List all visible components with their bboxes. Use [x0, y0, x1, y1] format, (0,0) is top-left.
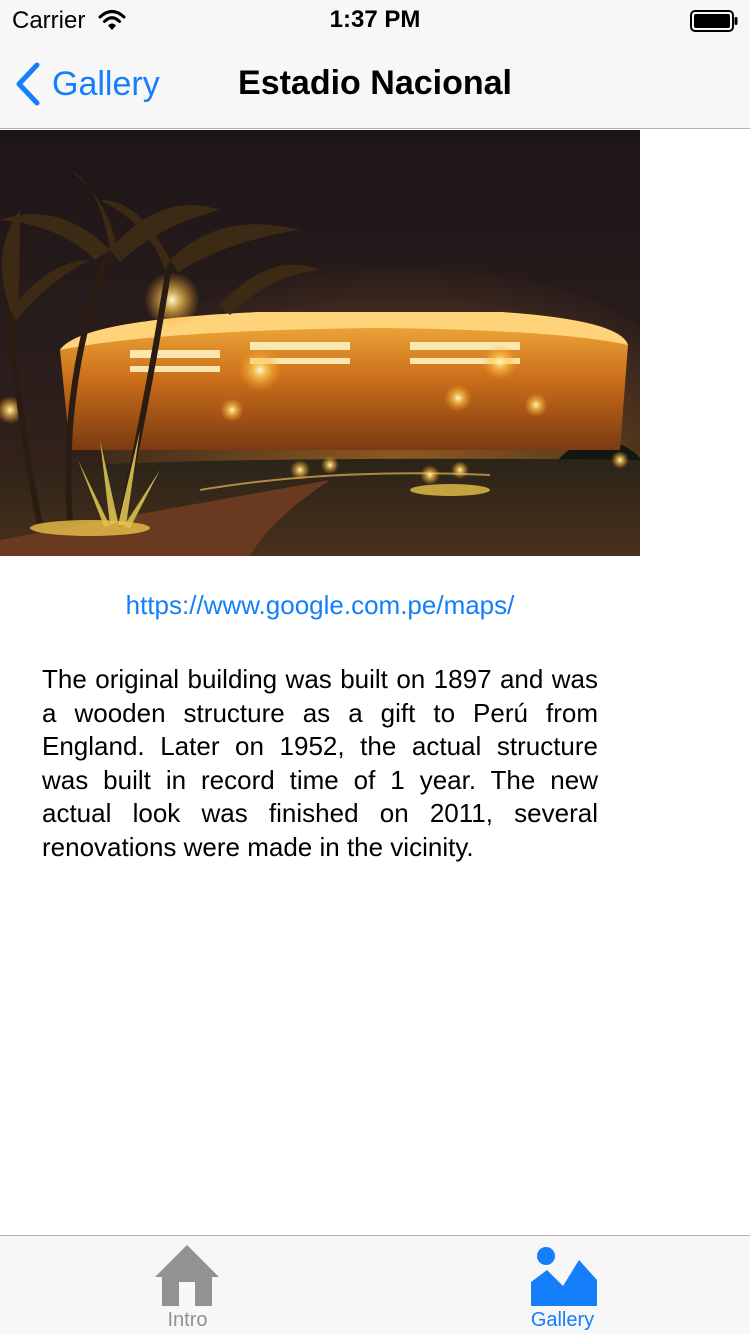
tab-gallery-label: Gallery: [530, 1309, 595, 1331]
gallery-icon: [531, 1247, 597, 1306]
battery-icon: [690, 10, 738, 32]
tab-intro-label: Intro: [167, 1309, 208, 1331]
status-bar: Carrier 1:37 PM: [0, 0, 750, 40]
description-text: The original building was built on 1897 …: [42, 664, 598, 862]
tab-bar: Intro Gallery: [0, 1235, 750, 1334]
status-time: 1:37 PM: [329, 6, 421, 33]
navigation-bar: Gallery Estadio Nacional: [0, 40, 750, 129]
screen: Carrier 1:37 PM Gallery Estadio Nacional: [0, 0, 750, 1334]
home-icon: [155, 1245, 219, 1306]
map-link[interactable]: https://www.google.com.pe/maps/: [0, 590, 640, 621]
page-title: Estadio Nacional: [238, 64, 512, 102]
stadium-photo: [0, 130, 640, 556]
tab-gallery[interactable]: Gallery: [375, 1236, 750, 1334]
tab-intro[interactable]: Intro: [0, 1236, 375, 1334]
